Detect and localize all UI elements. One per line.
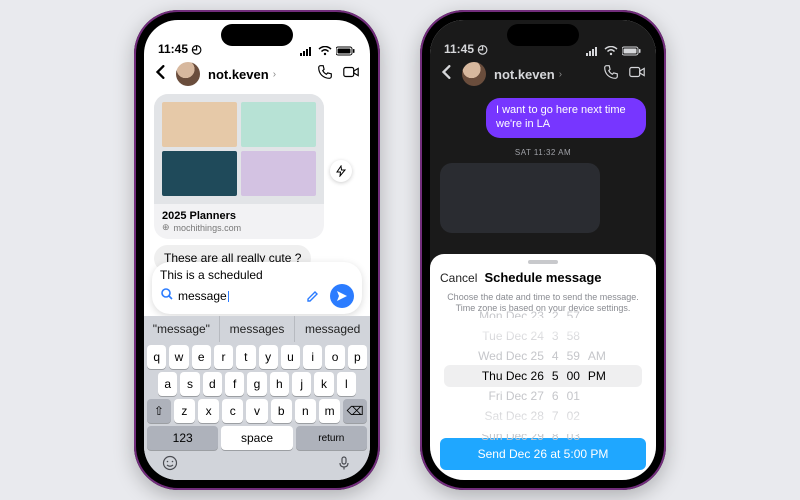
space-key[interactable]: space (221, 426, 292, 450)
screen-left: 11:45 ◴ not.keven › 2025 Planners (144, 20, 370, 480)
send-button[interactable] (330, 284, 354, 308)
key-p[interactable]: p (348, 345, 367, 369)
mic-key[interactable] (336, 455, 352, 476)
key-b[interactable]: b (271, 399, 292, 423)
wifi-icon (318, 46, 332, 56)
link-preview-card[interactable]: 2025 Planners ⊕mochithings.com (154, 94, 324, 239)
key-h[interactable]: h (270, 372, 289, 396)
phone-right: 11:45 ◴ not.keven › I want to go here ne… (420, 10, 666, 490)
key-r[interactable]: r (214, 345, 233, 369)
key-j[interactable]: j (292, 372, 311, 396)
username[interactable]: not.keven (208, 67, 269, 82)
status-time: 11:45 ◴ (158, 42, 202, 56)
key-k[interactable]: k (314, 372, 333, 396)
key-x[interactable]: x (198, 399, 219, 423)
datetime-picker[interactable]: Mon Dec 23Tue Dec 24Wed Dec 25Thu Dec 26… (440, 318, 646, 434)
sheet-handle[interactable] (528, 260, 558, 264)
sheet-title: Schedule message (484, 270, 601, 285)
username[interactable]: not.keven (494, 67, 555, 82)
outgoing-message[interactable]: I want to go here next time we're in LA (486, 98, 646, 138)
keyboard-row-4: 123 space return (144, 423, 370, 453)
suggestion[interactable]: messaged (295, 316, 370, 342)
key-f[interactable]: f (225, 372, 244, 396)
search-icon[interactable] (160, 287, 174, 304)
call-button[interactable] (316, 63, 334, 86)
video-call-button[interactable] (342, 63, 360, 86)
key-l[interactable]: l (337, 372, 356, 396)
link-title: 2025 Planners (162, 210, 316, 222)
key-s[interactable]: s (180, 372, 199, 396)
key-y[interactable]: y (259, 345, 278, 369)
reaction-button[interactable] (330, 160, 352, 182)
key-i[interactable]: i (303, 345, 322, 369)
key-q[interactable]: q (147, 345, 166, 369)
key-v[interactable]: v (246, 399, 267, 423)
chat-header: not.keven › (144, 58, 370, 90)
edit-icon[interactable] (302, 285, 324, 307)
key-a[interactable]: a (158, 372, 177, 396)
key-c[interactable]: c (222, 399, 243, 423)
dynamic-island (221, 24, 293, 46)
phone-left: 11:45 ◴ not.keven › 2025 Planners (134, 10, 380, 490)
shift-key[interactable]: ⇧ (147, 399, 171, 423)
composer-text[interactable]: This is a scheduled message (160, 268, 354, 308)
link-preview-card (440, 163, 600, 233)
link-source: ⊕mochithings.com (162, 222, 316, 233)
battery-icon (336, 46, 356, 56)
message-composer[interactable]: This is a scheduled message (152, 262, 362, 314)
suggestion[interactable]: "message" (144, 316, 220, 342)
screen-right: 11:45 ◴ not.keven › I want to go here ne… (430, 20, 656, 480)
backspace-key[interactable]: ⌫ (343, 399, 367, 423)
wifi-icon (604, 46, 618, 56)
video-call-button[interactable] (628, 63, 646, 86)
keyboard-row-3: ⇧ zxcvbnm ⌫ (144, 396, 370, 423)
key-o[interactable]: o (325, 345, 344, 369)
dynamic-island (507, 24, 579, 46)
timestamp: SAT 11:32 AM (440, 138, 646, 157)
picker-hour-column[interactable]: 2345678 (552, 308, 559, 444)
keyboard-suggestions[interactable]: "message" messages messaged (144, 316, 370, 342)
picker-date-column[interactable]: Mon Dec 23Tue Dec 24Wed Dec 25Thu Dec 26… (478, 308, 544, 444)
cell-signal-icon (586, 46, 600, 56)
cell-signal-icon (300, 46, 314, 56)
call-button[interactable] (602, 63, 620, 86)
key-e[interactable]: e (192, 345, 211, 369)
suggestion[interactable]: messages (220, 316, 296, 342)
keyboard[interactable]: "message" messages messaged qwertyuiop a… (144, 316, 370, 480)
chat-header: not.keven › (430, 58, 656, 90)
battery-icon (622, 46, 642, 56)
key-g[interactable]: g (247, 372, 266, 396)
schedule-sheet[interactable]: Cancel Schedule message Choose the date … (430, 254, 656, 481)
key-t[interactable]: t (236, 345, 255, 369)
back-button[interactable] (440, 65, 454, 84)
key-u[interactable]: u (281, 345, 300, 369)
cancel-button[interactable]: Cancel (440, 271, 477, 285)
avatar[interactable] (462, 62, 486, 86)
key-w[interactable]: w (169, 345, 188, 369)
message-list[interactable]: 2025 Planners ⊕mochithings.com These are… (144, 90, 370, 276)
link-preview-image (154, 94, 324, 204)
picker-minute-column[interactable]: 57585900010203 (567, 308, 580, 444)
key-z[interactable]: z (174, 399, 195, 423)
key-d[interactable]: d (203, 372, 222, 396)
key-m[interactable]: m (319, 399, 340, 423)
return-key[interactable]: return (296, 426, 367, 450)
back-button[interactable] (154, 65, 168, 84)
key-n[interactable]: n (295, 399, 316, 423)
emoji-key[interactable] (162, 455, 178, 476)
chevron-right-icon: › (559, 69, 562, 80)
status-time: 11:45 ◴ (444, 42, 488, 56)
keyboard-row-1: qwertyuiop (144, 342, 370, 369)
avatar[interactable] (176, 62, 200, 86)
keyboard-row-2: asdfghjkl (144, 369, 370, 396)
picker-ampm-column[interactable]: AMPM (588, 308, 608, 444)
numeric-key[interactable]: 123 (147, 426, 218, 450)
chevron-right-icon: › (273, 69, 276, 80)
